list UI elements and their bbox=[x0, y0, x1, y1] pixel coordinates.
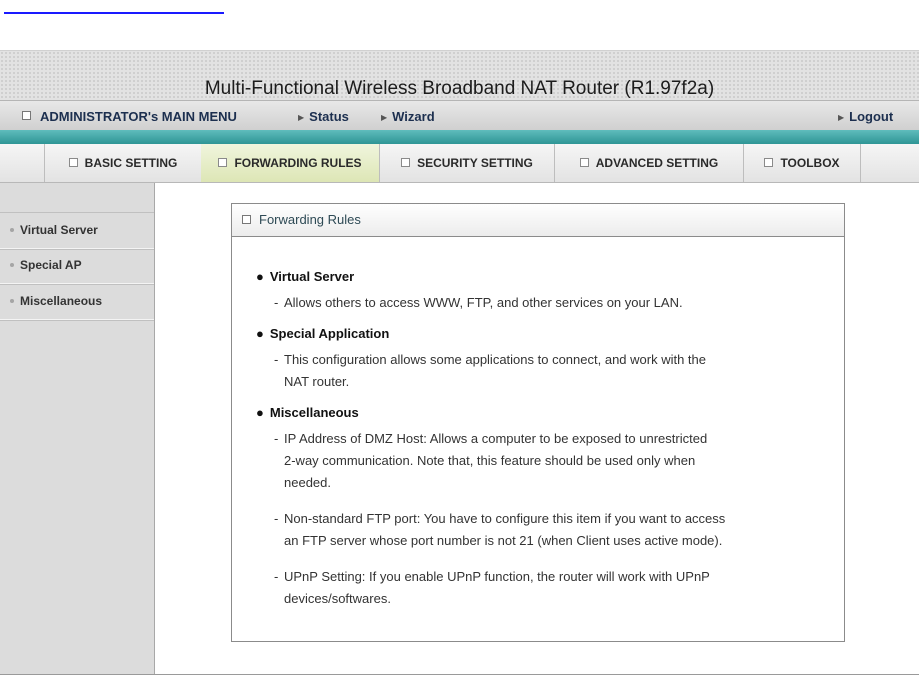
desc-line: an FTP server whose port number is not 2… bbox=[284, 533, 723, 548]
tab-label: SECURITY SETTING bbox=[417, 156, 533, 170]
dot-bullet-icon bbox=[10, 299, 14, 303]
desc-dmz-host: - IP Address of DMZ Host: Allows a compu… bbox=[274, 428, 834, 494]
admin-main-menu[interactable]: ADMINISTRATOR's MAIN MENU bbox=[22, 109, 237, 124]
desc-line: 2-way communication. Note that, this fea… bbox=[284, 453, 696, 468]
sidebar-item-label: Special AP bbox=[20, 258, 82, 272]
sidebar-item-special-ap[interactable]: Special AP bbox=[0, 248, 154, 284]
desc-line: UPnP Setting: If you enable UPnP functio… bbox=[284, 569, 710, 584]
section-title-virtual-server: ● Virtual Server bbox=[256, 269, 355, 284]
section-title-miscellaneous: ● Miscellaneous bbox=[256, 405, 359, 420]
status-label: Status bbox=[309, 109, 349, 124]
arrow-right-icon: ▶ bbox=[381, 113, 388, 122]
logout-link[interactable]: ▶ Logout bbox=[838, 109, 893, 124]
router-title: Multi-Functional Wireless Broadband NAT … bbox=[204, 78, 715, 99]
bullet-icon: ● bbox=[256, 269, 264, 284]
tab-security-setting[interactable]: SECURITY SETTING bbox=[380, 144, 555, 182]
sidebar-item-label: Miscellaneous bbox=[20, 294, 103, 308]
tab-basic-setting[interactable]: BASIC SETTING bbox=[44, 144, 202, 182]
desc-line: needed. bbox=[284, 475, 331, 490]
admin-menu-label: ADMINISTRATOR's MAIN MENU bbox=[40, 109, 237, 124]
tab-advanced-setting[interactable]: ADVANCED SETTING bbox=[555, 144, 744, 182]
square-bullet-icon bbox=[242, 215, 251, 224]
desc-ftp-port: - Non-standard FTP port: You have to con… bbox=[274, 508, 834, 552]
arrow-right-icon: ▶ bbox=[298, 113, 305, 122]
wizard-label: Wizard bbox=[392, 109, 435, 124]
bullet-icon: ● bbox=[256, 405, 264, 420]
status-link[interactable]: ▶ Status bbox=[298, 109, 349, 124]
admin-menu-bar: ADMINISTRATOR's MAIN MENU ▶ Status ▶ Wizar… bbox=[0, 100, 919, 131]
dot-bullet-icon bbox=[10, 228, 14, 232]
tab-label: FORWARDING RULES bbox=[234, 156, 362, 170]
desc-line: devices/softwares. bbox=[284, 591, 391, 606]
desc-line: Non-standard FTP port: You have to confi… bbox=[284, 511, 726, 526]
forwarding-rules-panel: Forwarding Rules ● Virtual Server - Allow… bbox=[231, 203, 845, 642]
desc-line: This configuration allows some applicati… bbox=[284, 352, 706, 367]
desc-line: NAT router. bbox=[284, 374, 350, 389]
section-title-special-application: ● Special Application bbox=[256, 326, 390, 341]
sidebar-item-label: Virtual Server bbox=[20, 223, 98, 237]
square-bullet-icon bbox=[22, 111, 31, 120]
arrow-right-icon: ▶ bbox=[838, 113, 845, 122]
square-bullet-icon bbox=[764, 158, 774, 167]
top-link[interactable] bbox=[4, 4, 224, 14]
tab-label: ADVANCED SETTING bbox=[595, 156, 719, 170]
tab-label: TOOLBOX bbox=[780, 156, 840, 170]
desc-special-application: - This configuration allows some applica… bbox=[274, 349, 834, 393]
sidebar-item-miscellaneous[interactable]: Miscellaneous bbox=[0, 284, 154, 320]
wizard-link[interactable]: ▶ Wizard bbox=[381, 109, 435, 124]
tab-toolbox[interactable]: TOOLBOX bbox=[744, 144, 861, 182]
sidebar: Virtual Server Special AP Miscellaneous bbox=[0, 183, 155, 675]
square-bullet-icon bbox=[218, 158, 228, 167]
logout-label: Logout bbox=[849, 109, 894, 124]
square-bullet-icon bbox=[579, 158, 589, 167]
square-bullet-icon bbox=[401, 158, 411, 167]
desc-virtual-server: - Allows others to access WWW, FTP, and … bbox=[274, 292, 834, 314]
page-header: Multi-Functional Wireless Broadband NAT … bbox=[0, 50, 919, 101]
desc-line: IP Address of DMZ Host: Allows a compute… bbox=[284, 431, 708, 446]
tab-forwarding-rules[interactable]: FORWARDING RULES bbox=[201, 144, 380, 182]
square-bullet-icon bbox=[68, 158, 78, 167]
teal-divider bbox=[0, 130, 919, 144]
desc-line: Allows others to access WWW, FTP, and ot… bbox=[284, 295, 683, 310]
bullet-icon: ● bbox=[256, 326, 264, 341]
panel-header: Forwarding Rules bbox=[232, 204, 844, 237]
main-tabs: BASIC SETTING FORWARDING RULES SECURITY … bbox=[0, 144, 919, 183]
dot-bullet-icon bbox=[10, 263, 14, 267]
panel-title: Forwarding Rules bbox=[259, 212, 361, 227]
tab-label: BASIC SETTING bbox=[84, 156, 178, 170]
sidebar-item-virtual-server[interactable]: Virtual Server bbox=[0, 212, 154, 249]
desc-upnp: - UPnP Setting: If you enable UPnP funct… bbox=[274, 566, 834, 610]
